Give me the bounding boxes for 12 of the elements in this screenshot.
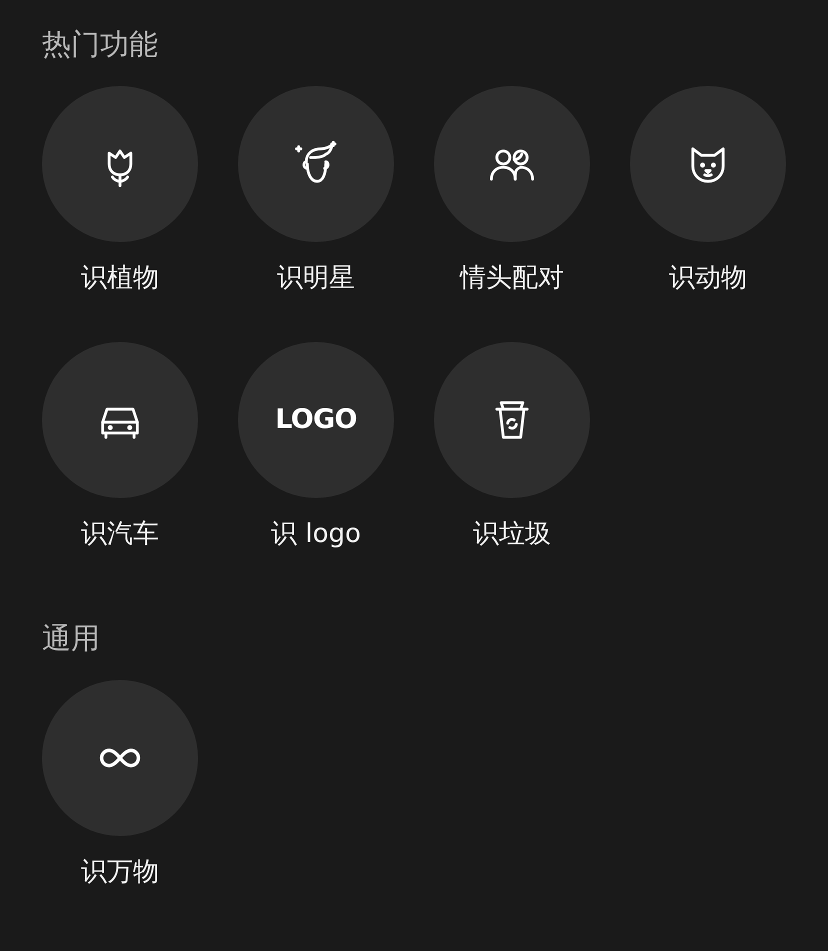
section-title: 通用 bbox=[42, 620, 101, 657]
feature-label: 情头配对 bbox=[460, 262, 564, 295]
feature-label: 识明星 bbox=[277, 262, 355, 295]
logo-text: LOGO bbox=[275, 402, 357, 437]
feature-label: 识万物 bbox=[81, 856, 159, 889]
feature-label: 识植物 bbox=[81, 262, 159, 295]
feature-label: 识 logo bbox=[271, 518, 361, 551]
feature-button[interactable]: LOGO bbox=[238, 342, 394, 498]
feature-label: 识汽车 bbox=[81, 518, 159, 551]
feature-label: 识动物 bbox=[669, 262, 747, 295]
feature-label: 识垃圾 bbox=[473, 518, 551, 551]
section-title: 热门功能 bbox=[42, 26, 159, 63]
